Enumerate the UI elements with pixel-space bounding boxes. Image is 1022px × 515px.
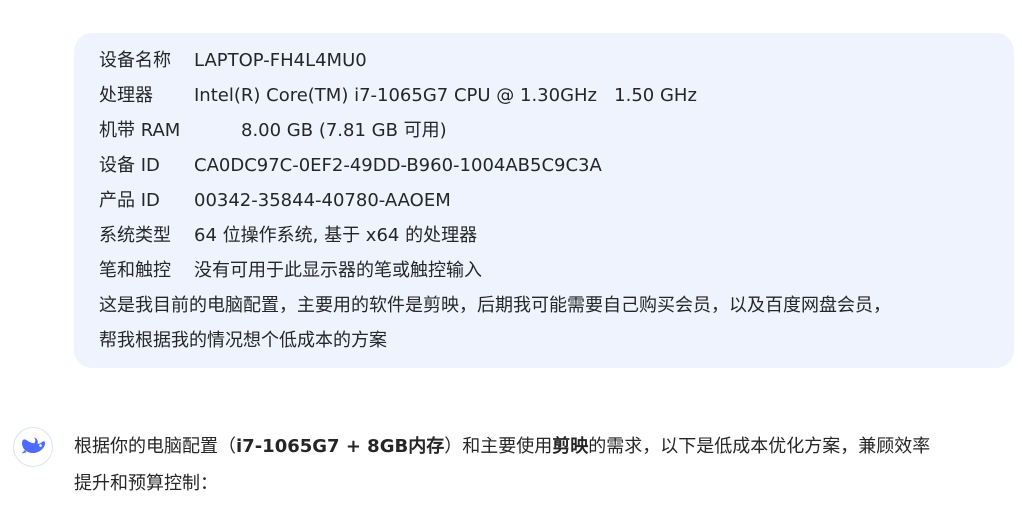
spec-row-device-name: 设备名称 LAPTOP-FH4L4MU0 [99, 43, 989, 78]
user-message-text: 帮我根据我的情况想个低成本的方案 [99, 330, 387, 351]
spec-row-ram: 机带 RAM 8.00 GB (7.81 GB 可用) [99, 113, 989, 148]
spec-label: 产品 ID [99, 190, 160, 211]
spec-label: 设备 ID [99, 155, 160, 176]
spec-row-device-id: 设备 ID CA0DC97C-0EF2-49DD-B960-1004AB5C9C… [99, 148, 989, 183]
spec-label: 处理器 [99, 85, 153, 106]
spec-value: CA0DC97C-0EF2-49DD-B960-1004AB5C9C3A [194, 155, 602, 176]
user-message-text: 这是我目前的电脑配置，主要用的软件是剪映，后期我可能需要自己购买会员，以及百度网… [99, 295, 891, 316]
spec-row-pen-touch: 笔和触控 没有可用于此显示器的笔或触控输入 [99, 253, 989, 288]
spec-value: 8.00 GB (7.81 GB 可用) [241, 120, 447, 141]
chat-page: 设备名称 LAPTOP-FH4L4MU0 处理器 Intel(R) Core(T… [0, 0, 1022, 515]
spec-row-system-type: 系统类型 64 位操作系统, 基于 x64 的处理器 [99, 218, 989, 253]
spec-label: 笔和触控 [99, 260, 171, 281]
spec-value: 64 位操作系统, 基于 x64 的处理器 [194, 225, 478, 246]
spec-label: 设备名称 [99, 50, 171, 71]
reply-text: 根据你的电脑配置（ [74, 436, 236, 457]
assistant-avatar [13, 427, 53, 467]
spec-value: Intel(R) Core(TM) i7-1065G7 CPU @ 1.30GH… [194, 85, 697, 106]
spec-label: 系统类型 [99, 225, 171, 246]
spec-row-product-id: 产品 ID 00342-35844-40780-AAOEM [99, 183, 989, 218]
reply-bold-text: i7-1065G7 + 8GB内存 [236, 436, 445, 457]
user-message-bubble: 设备名称 LAPTOP-FH4L4MU0 处理器 Intel(R) Core(T… [74, 33, 1014, 368]
spec-value: 00342-35844-40780-AAOEM [194, 190, 451, 211]
assistant-message: 根据你的电脑配置（i7-1065G7 + 8GB内存）和主要使用剪映的需求，以下… [0, 418, 1022, 515]
spec-label: 机带 RAM [99, 120, 181, 141]
spec-value: LAPTOP-FH4L4MU0 [194, 50, 367, 71]
reply-text: ）和主要使用 [444, 436, 553, 457]
whale-logo-icon [19, 434, 47, 460]
spec-row-processor: 处理器 Intel(R) Core(TM) i7-1065G7 CPU @ 1.… [99, 78, 989, 113]
spec-value: 没有可用于此显示器的笔或触控输入 [194, 260, 482, 281]
reply-line: 提升和预算控制： [74, 473, 218, 494]
reply-line: 根据你的电脑配置（i7-1065G7 + 8GB内存）和主要使用剪映的需求，以下… [74, 428, 1014, 465]
reply-bold-text: 剪映 [552, 436, 589, 457]
reply-text: 的需求，以下是低成本优化方案，兼顾效率 [588, 436, 931, 457]
assistant-reply-text: 根据你的电脑配置（i7-1065G7 + 8GB内存）和主要使用剪映的需求，以下… [74, 428, 1014, 502]
